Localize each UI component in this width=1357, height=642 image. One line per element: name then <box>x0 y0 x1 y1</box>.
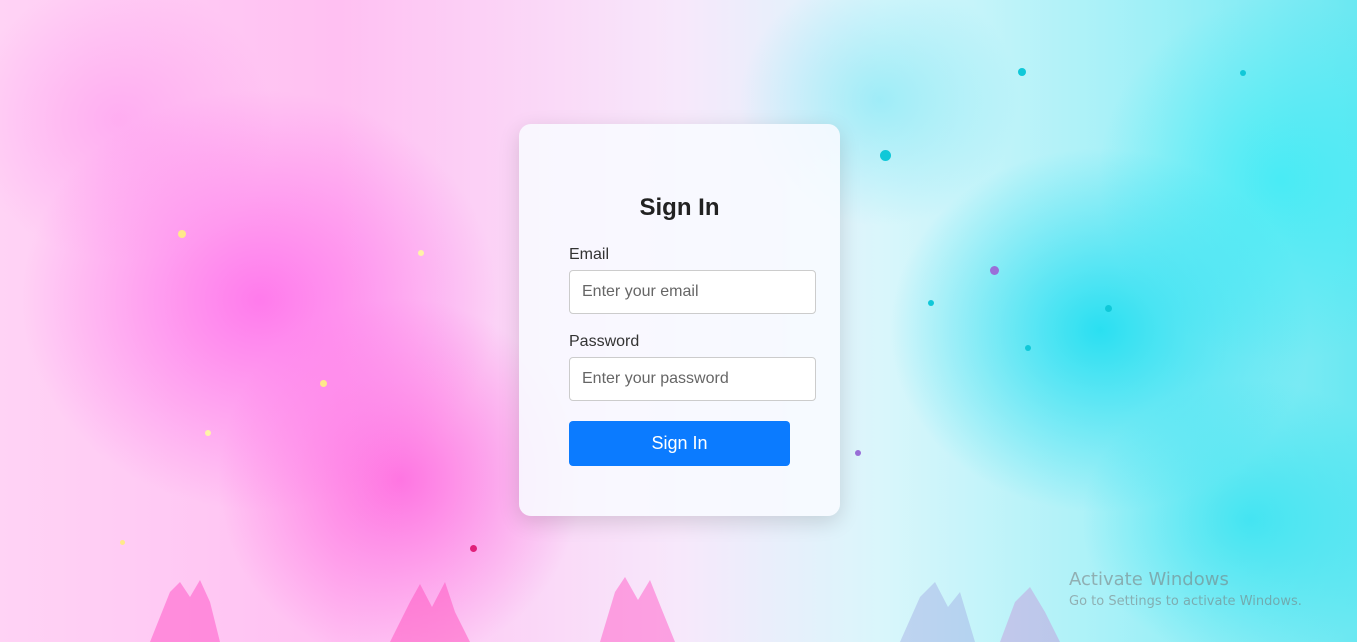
color-speck <box>418 250 424 256</box>
login-title: Sign In <box>639 194 720 221</box>
color-speck <box>1018 68 1026 76</box>
color-speck <box>1105 305 1112 312</box>
activate-windows-watermark: Activate Windows Go to Settings to activ… <box>1069 569 1302 609</box>
email-input[interactable] <box>569 270 816 314</box>
color-speck <box>990 266 999 275</box>
watermark-subtitle: Go to Settings to activate Windows. <box>1069 594 1302 609</box>
watermark-title: Activate Windows <box>1069 569 1229 590</box>
color-speck <box>1240 70 1246 76</box>
color-speck <box>320 380 327 387</box>
password-label: Password <box>569 333 640 350</box>
color-speck <box>880 150 891 161</box>
color-speck <box>928 300 934 306</box>
color-speck <box>178 230 186 238</box>
login-card: Sign In Email Password Sign In <box>519 124 840 516</box>
color-speck <box>855 450 861 456</box>
password-input[interactable] <box>569 357 816 401</box>
color-speck <box>1025 345 1031 351</box>
sign-in-button[interactable]: Sign In <box>569 421 790 466</box>
email-label: Email <box>569 246 610 263</box>
color-speck <box>120 540 125 545</box>
color-speck <box>205 430 211 436</box>
color-speck <box>470 545 477 552</box>
